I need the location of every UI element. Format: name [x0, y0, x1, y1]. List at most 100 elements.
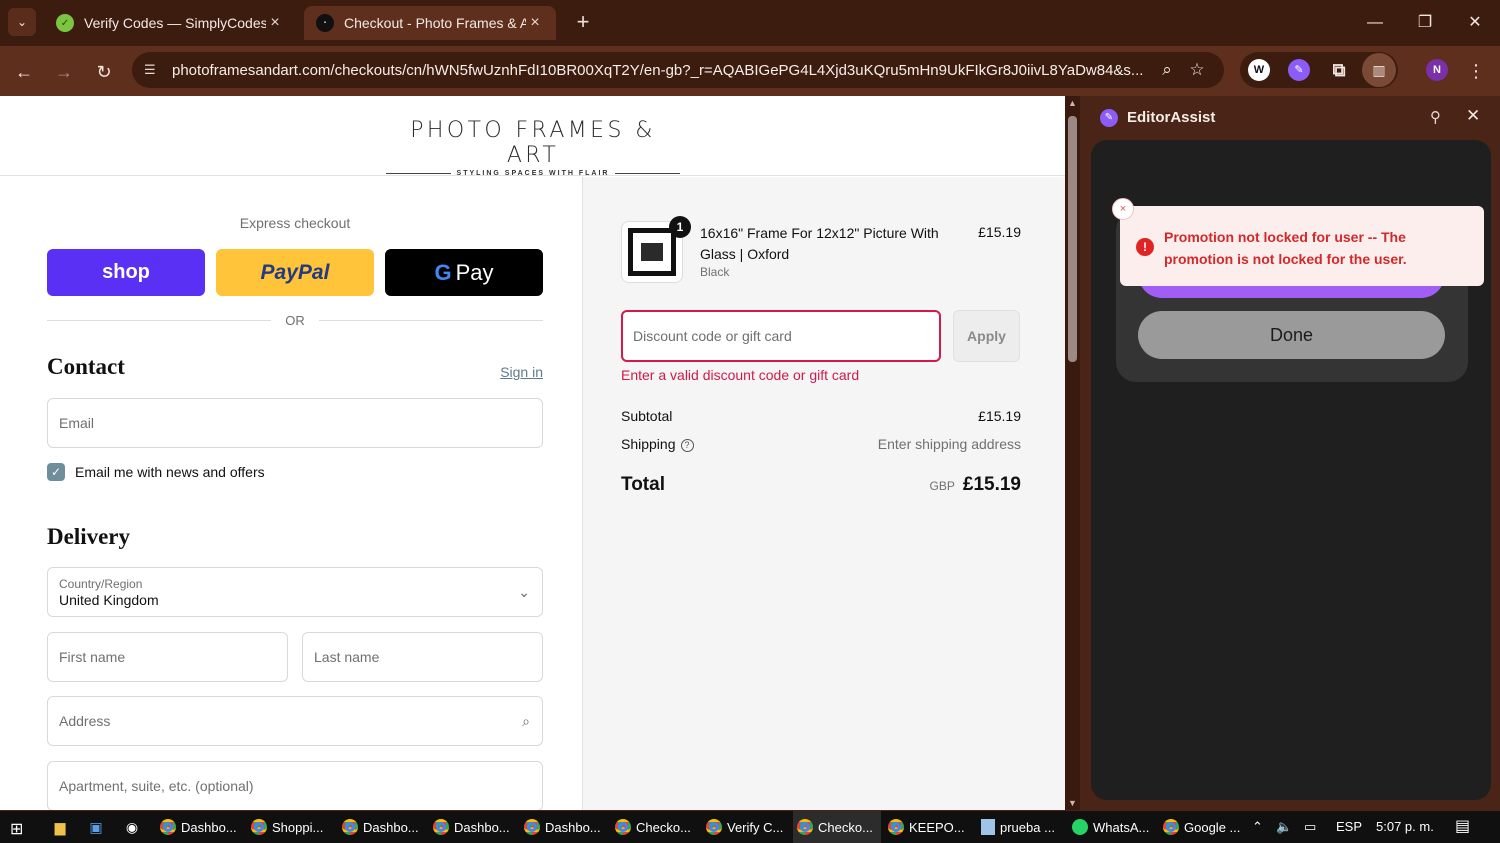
error-icon: !	[1136, 238, 1154, 256]
apartment-field[interactable]: Apartment, suite, etc. (optional)	[47, 761, 543, 810]
divider	[386, 173, 451, 174]
restore-button[interactable]: ❐	[1410, 10, 1440, 36]
address-placeholder: Address	[59, 713, 111, 729]
volume-icon[interactable]: 🔈	[1276, 811, 1292, 843]
gpay-label: Pay	[455, 259, 494, 285]
close-tab-icon[interactable]: ×	[526, 14, 544, 32]
country-select[interactable]: Country/Region United Kingdom ⌄	[47, 567, 543, 617]
tab-verify-codes[interactable]: ✓ Verify Codes — SimplyCodes ×	[44, 6, 296, 40]
site-info-icon[interactable]: ☰	[144, 62, 166, 78]
taskbar-item-label: Dashbo...	[454, 819, 510, 835]
help-icon[interactable]: ?	[680, 438, 694, 452]
tab-search-button[interactable]: ⌄	[8, 8, 36, 36]
apply-button[interactable]: Apply	[953, 310, 1020, 362]
side-panel-icon[interactable]: ▥	[1362, 53, 1396, 87]
taskbar-item-label: Shoppi...	[272, 819, 324, 835]
zoom-icon[interactable]: ⌕	[1152, 60, 1182, 80]
search-icon: ⌕	[522, 713, 530, 729]
sign-in-link[interactable]: Sign in	[460, 364, 543, 380]
minimize-button[interactable]: —	[1360, 10, 1390, 36]
brand-tagline: STYLING SPACES WITH FLAIR	[456, 170, 610, 177]
taskbar-item[interactable]: Verify C...	[702, 811, 790, 843]
taskbar-item[interactable]: Dashbo...	[156, 811, 244, 843]
first-name-field[interactable]: First name	[47, 632, 288, 682]
taskbar-item[interactable]: Checko...	[611, 811, 699, 843]
divider	[318, 320, 543, 321]
editorassist-extension-icon[interactable]: ✎	[1288, 59, 1310, 81]
close-panel-icon[interactable]: ✕	[1466, 106, 1480, 126]
w-extension-icon[interactable]: W	[1248, 59, 1270, 81]
back-button[interactable]: ←	[10, 58, 38, 86]
paypal-button[interactable]: PayPal	[216, 249, 374, 296]
close-window-button[interactable]: ✕	[1460, 10, 1490, 36]
scroll-down-icon[interactable]: ▼	[1068, 798, 1077, 808]
address-field[interactable]: Address ⌕	[47, 696, 543, 746]
chrome-icon	[615, 819, 631, 835]
tab-checkout[interactable]: ▪ Checkout - Photo Frames & Art ×	[304, 6, 556, 40]
browser-toolbar: ← → ↻ ☰ photoframesandart.com/checkouts/…	[0, 46, 1500, 96]
store-logo[interactable]: PHOTO FRAMES & ART STYLING SPACES WITH F…	[386, 118, 680, 177]
done-button[interactable]: Done	[1138, 311, 1445, 359]
email-field[interactable]: Email	[47, 398, 543, 448]
url-text[interactable]: photoframesandart.com/checkouts/cn/hWN5f…	[172, 62, 1152, 79]
product-variant: Black	[700, 265, 730, 279]
network-icon[interactable]: ▭	[1304, 811, 1316, 843]
taskbar-item[interactable]: Shoppi...	[247, 811, 335, 843]
taskbar-item-label: prueba ...	[1000, 819, 1055, 835]
editorassist-logo-icon: ✎	[1100, 109, 1118, 127]
tab-strip: ⌄ ✓ Verify Codes — SimplyCodes × ▪ Check…	[0, 0, 1500, 46]
forward-button[interactable]: →	[50, 58, 78, 86]
scroll-up-icon[interactable]: ▲	[1068, 98, 1077, 108]
subtotal-row: Subtotal £15.19	[621, 408, 1021, 424]
pfa-icon: ▪	[316, 14, 334, 32]
extensions-puzzle-icon[interactable]: ⧉	[1328, 59, 1350, 81]
browser-menu-icon[interactable]: ⋮	[1462, 57, 1490, 85]
checkout-form: Express checkout shop PayPal G Pay OR Co…	[0, 177, 582, 810]
bookmark-star-icon[interactable]: ☆	[1182, 60, 1212, 80]
taskbar-item-label: KEEPO...	[909, 819, 965, 835]
taskbar-item[interactable]: KEEPO...	[884, 811, 972, 843]
profile-avatar[interactable]: N	[1426, 59, 1448, 81]
store-header: PHOTO FRAMES & ART STYLING SPACES WITH F…	[0, 96, 1065, 177]
news-opt-in[interactable]: ✓ Email me with news and offers	[47, 463, 265, 481]
language-indicator[interactable]: ESP	[1336, 811, 1362, 843]
discount-input[interactable]: Discount code or gift card	[621, 310, 941, 362]
windows-start-icon[interactable]: ⊞	[10, 819, 23, 839]
taskbar-item-label: Dashbo...	[363, 819, 419, 835]
taskbar-item[interactable]: Dashbo...	[429, 811, 517, 843]
reload-button[interactable]: ↻	[90, 58, 118, 86]
clock[interactable]: 5:07 p. m.	[1376, 811, 1434, 843]
file-explorer-icon[interactable]: ▆	[50, 817, 70, 837]
page-scrollbar[interactable]: ▲ ▼	[1065, 96, 1080, 810]
chrome-icon[interactable]: ◉	[122, 817, 142, 837]
taskbar-item[interactable]: Dashbo...	[520, 811, 608, 843]
taskbar-item-active[interactable]: Checko...	[793, 811, 881, 843]
store-icon[interactable]: ▣	[86, 817, 106, 837]
taskbar-item[interactable]: Dashbo...	[338, 811, 426, 843]
new-tab-button[interactable]: +	[570, 10, 596, 36]
address-bar[interactable]: ☰ photoframesandart.com/checkouts/cn/hWN…	[132, 52, 1224, 88]
taskbar-item[interactable]: WhatsA...	[1068, 811, 1156, 843]
divider	[615, 173, 680, 174]
taskbar-item[interactable]: Google ...	[1159, 811, 1247, 843]
country-value: United Kingdom	[59, 591, 159, 608]
shop-pay-button[interactable]: shop	[47, 249, 205, 296]
error-toast: × ! Promotion not locked for user -- The…	[1112, 198, 1484, 286]
taskbar-item-label: Google ...	[1184, 819, 1241, 835]
contact-heading: Contact	[47, 354, 125, 379]
checkbox-checked-icon[interactable]: ✓	[47, 463, 65, 481]
google-g-icon: G	[434, 259, 452, 285]
toast-message: Promotion not locked for user -- The pro…	[1164, 229, 1407, 267]
unpin-icon[interactable]: ⚲	[1430, 108, 1441, 126]
chevron-down-icon: ⌄	[518, 584, 530, 600]
google-pay-button[interactable]: G Pay	[385, 249, 543, 296]
notifications-icon[interactable]: ▤	[1455, 811, 1470, 843]
taskbar-item-label: WhatsA...	[1093, 819, 1150, 835]
last-name-field[interactable]: Last name	[302, 632, 543, 682]
taskbar-item[interactable]: prueba ...	[977, 811, 1065, 843]
close-tab-icon[interactable]: ×	[266, 14, 284, 32]
toast-close-icon[interactable]: ×	[1112, 198, 1134, 220]
tray-chevron-icon[interactable]: ⌃	[1252, 811, 1263, 843]
scrollbar-thumb[interactable]	[1068, 116, 1077, 362]
apartment-placeholder: Apartment, suite, etc. (optional)	[59, 778, 254, 794]
